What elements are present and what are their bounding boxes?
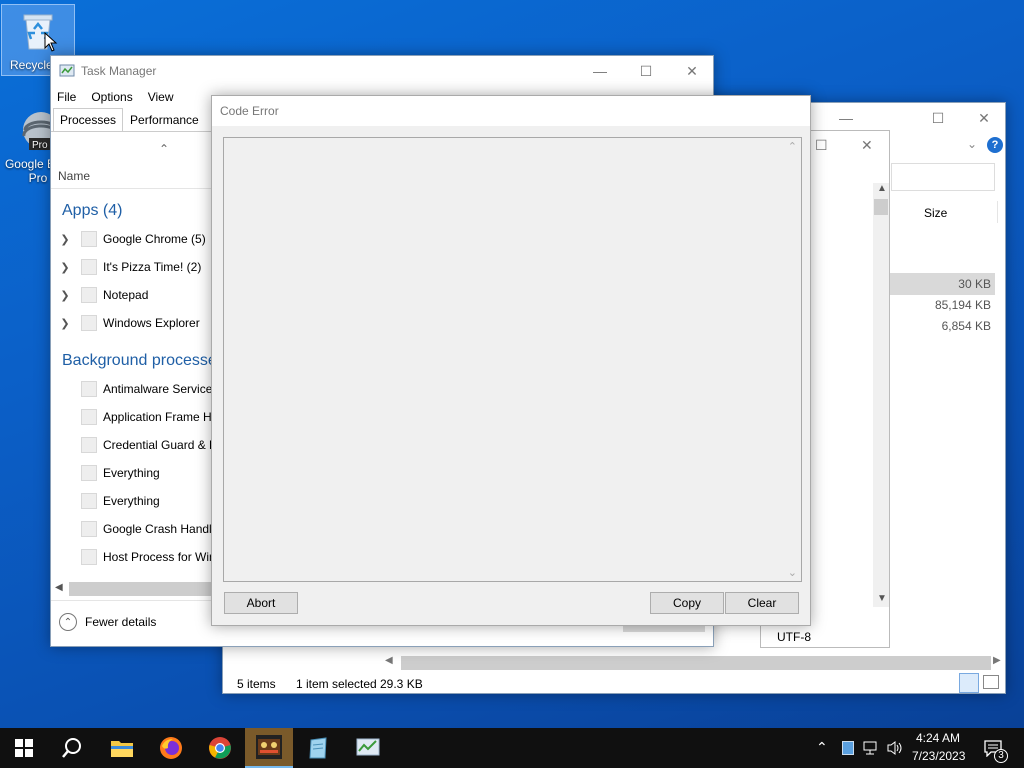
volume-icon[interactable] [886,740,904,756]
task-manager-icon [356,738,380,756]
status-item-count: 5 items [237,677,276,691]
tm-close-button[interactable]: ✕ [669,56,715,86]
explorer-minimize-button[interactable]: — [823,103,869,133]
process-icon [81,493,97,509]
tray-app-icon[interactable] [842,741,854,755]
sort-chevron-icon[interactable]: ⌃ [159,142,169,156]
tab-processes[interactable]: Processes [53,108,124,131]
taskbar-firefox[interactable] [147,728,195,768]
code-error-titlebar[interactable]: Code Error [212,96,810,126]
explorer-maximize-button[interactable]: ☐ [915,103,961,133]
details-view-icon[interactable] [959,673,979,693]
menu-options[interactable]: Options [91,90,139,104]
notepad-icon [309,737,327,759]
tray-overflow-icon[interactable]: ⌃ [816,739,828,756]
fewer-details-label: Fewer details [85,615,157,629]
task-manager-icon [59,64,75,77]
taskbar-notepad[interactable] [294,728,342,768]
collapse-up-icon: ⌃ [59,613,77,631]
taskbar-pizza-time[interactable] [245,728,293,768]
encoding-status: UTF-8 [777,630,811,644]
fewer-details-button[interactable]: ⌃ Fewer details [59,613,156,631]
editor-vscroll-up[interactable]: ▲ [877,183,887,194]
explorer-search-box[interactable] [891,163,995,191]
taskbar-task-manager[interactable] [344,728,392,768]
tm-hscroll-left[interactable]: ◀ [55,582,63,593]
process-icon [81,465,97,481]
chrome-icon [209,737,231,759]
taskbar-chrome[interactable] [196,728,244,768]
status-size: 29.3 KB [380,677,423,691]
clear-button[interactable]: Clear [725,592,799,614]
chevron-down-icon[interactable]: ⌄ [967,137,977,151]
large-icons-view-icon[interactable] [983,675,999,689]
column-divider [997,201,998,223]
help-icon[interactable]: ? [987,137,1003,153]
svg-text:Pro: Pro [32,140,48,151]
code-error-dialog: Code Error ⌃ ⌄ Abort Copy Clear [211,95,811,626]
editor-maximize-button[interactable]: ☐ [815,137,828,154]
process-icon [81,259,97,275]
process-icon [81,231,97,247]
explorer-hscroll-right[interactable]: ▶ [993,655,1007,671]
process-icon [81,315,97,331]
task-manager-title: Task Manager [81,64,157,78]
file-size-2: 85,194 KB [934,298,991,312]
tm-hscroll-track[interactable] [69,582,219,596]
clock-date[interactable]: 7/23/2023 [912,749,965,763]
editor-vscroll-thumb[interactable] [874,199,888,215]
tm-maximize-button[interactable]: ☐ [623,56,669,86]
start-button[interactable] [0,728,48,768]
name-column-header[interactable]: Name [58,169,90,183]
editor-vscroll-down[interactable]: ▼ [877,593,887,604]
status-selected: 1 item selected [296,677,377,691]
tm-minimize-button[interactable]: — [577,56,623,86]
notification-count-badge: 3 [994,749,1008,763]
windows-logo-icon [15,739,33,757]
textarea-scroll-up[interactable]: ⌃ [788,140,797,153]
mouse-cursor-icon [44,32,58,52]
process-icon [81,549,97,565]
editor-close-button[interactable]: ✕ [861,137,873,154]
abort-button[interactable]: Abort [224,592,298,614]
process-icon [81,381,97,397]
error-text-area[interactable]: ⌃ ⌄ [223,137,802,582]
explorer-hscroll-track[interactable] [401,656,991,670]
taskbar: ⌃ 4:24 AM 7/23/2023 3 [0,728,1024,768]
network-icon[interactable] [862,740,880,756]
file-size-3: 6,854 KB [941,319,991,333]
tab-performance[interactable]: Performance [123,108,206,131]
file-size-1: 30 KB [958,277,991,291]
pizza-time-icon [256,735,282,759]
process-icon [81,521,97,537]
firefox-icon [160,737,182,759]
expand-chevron-icon[interactable]: ❯ [55,289,75,302]
menu-view[interactable]: View [148,90,181,104]
header-divider [51,188,221,189]
size-column-header[interactable]: Size [924,206,947,220]
search-icon [62,738,81,758]
folder-icon [111,741,133,757]
apps-heading: Apps (4) [62,202,123,219]
copy-button[interactable]: Copy [650,592,724,614]
taskbar-file-explorer[interactable] [98,728,146,768]
expand-chevron-icon[interactable]: ❯ [55,233,75,246]
search-button[interactable] [48,728,96,768]
editor-vscroll-track[interactable] [873,183,889,607]
process-icon [81,409,97,425]
code-error-title: Code Error [220,104,279,118]
expand-chevron-icon[interactable]: ❯ [55,261,75,274]
process-icon [81,287,97,303]
clock-time[interactable]: 4:24 AM [916,731,960,745]
expand-chevron-icon[interactable]: ❯ [55,317,75,330]
process-icon [81,437,97,453]
background-heading: Background processes [62,352,225,369]
textarea-scroll-down[interactable]: ⌄ [788,566,797,579]
menu-file[interactable]: File [57,90,83,104]
explorer-close-button[interactable]: ✕ [961,103,1007,133]
explorer-hscroll-left[interactable]: ◀ [385,655,399,671]
